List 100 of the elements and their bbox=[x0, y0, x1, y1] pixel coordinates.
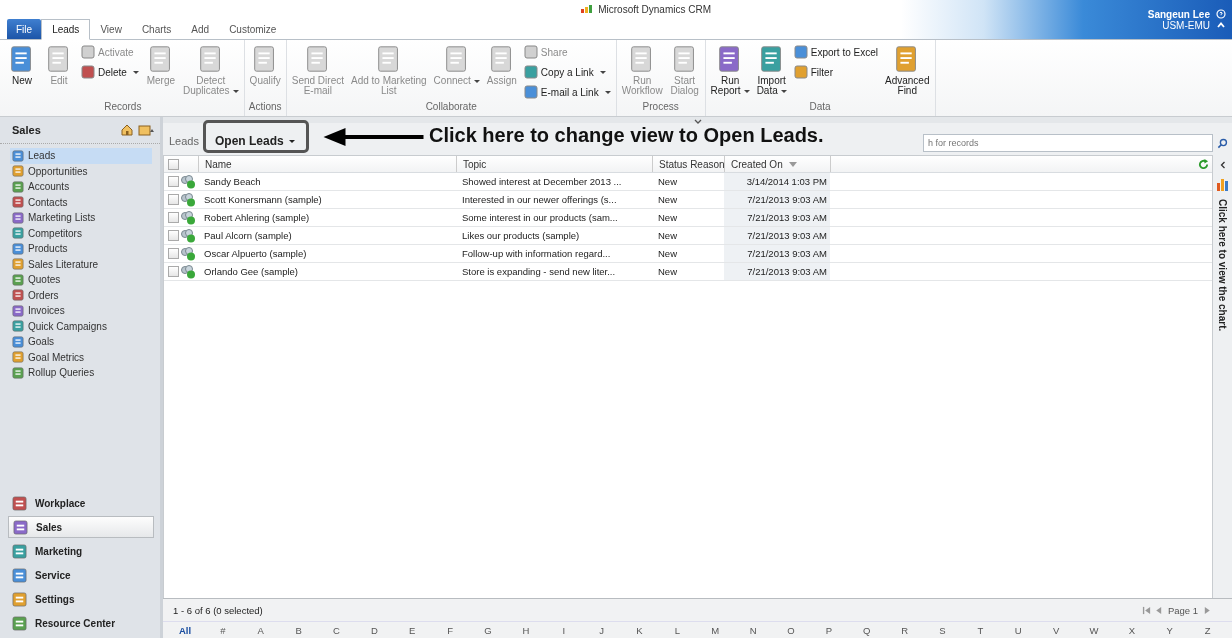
module-button[interactable]: Sales bbox=[8, 516, 154, 538]
refresh-icon[interactable] bbox=[1198, 158, 1209, 170]
table-cell-text: Store is expanding - send new liter... bbox=[461, 265, 617, 279]
column-header[interactable]: Topic bbox=[463, 158, 487, 170]
letter-filter[interactable]: F bbox=[436, 624, 465, 636]
letter-filter[interactable]: W bbox=[1080, 624, 1108, 636]
table-cell-text: Some interest in our products (sam... bbox=[461, 211, 619, 225]
expand-icon[interactable] bbox=[1218, 161, 1227, 169]
letter-filter[interactable]: E bbox=[398, 624, 427, 636]
ribbon-button[interactable]: Advanced Find bbox=[882, 44, 933, 96]
letter-filter[interactable]: R bbox=[890, 624, 919, 636]
letter-filter[interactable]: Y bbox=[1155, 624, 1184, 636]
ribbon-button[interactable]: Filter bbox=[793, 64, 878, 80]
row-checkbox[interactable] bbox=[168, 266, 179, 277]
chart-icon[interactable] bbox=[1215, 177, 1230, 191]
column-header[interactable]: Created On bbox=[731, 158, 783, 170]
sidebar-item[interactable]: Marketing Lists bbox=[10, 210, 152, 226]
letter-filter[interactable]: # bbox=[208, 624, 237, 636]
search-field[interactable]: h for records bbox=[923, 134, 1213, 152]
sort-icon[interactable] bbox=[788, 161, 797, 167]
letter-filter[interactable]: Q bbox=[852, 624, 881, 636]
letter-filter[interactable]: I bbox=[549, 624, 578, 636]
sidebar-item[interactable]: Goal Metrics bbox=[10, 349, 152, 365]
ribbon-tab[interactable]: Customize bbox=[219, 19, 287, 39]
module-icon bbox=[12, 196, 24, 209]
row-checkbox[interactable] bbox=[168, 194, 179, 205]
letter-filter[interactable]: Z bbox=[1193, 624, 1222, 636]
letter-filter[interactable]: A bbox=[246, 624, 275, 636]
ribbon-button[interactable]: New bbox=[4, 44, 40, 86]
letter-filter[interactable]: H bbox=[511, 624, 540, 636]
view-selector[interactable]: Open Leads bbox=[215, 134, 295, 148]
letter-filter[interactable]: J bbox=[587, 624, 616, 636]
pin-icon[interactable] bbox=[138, 123, 156, 137]
column-header[interactable]: Status Reason bbox=[659, 158, 725, 170]
letter-filter[interactable]: L bbox=[663, 624, 692, 636]
row-checkbox[interactable] bbox=[168, 212, 179, 223]
ribbon-button[interactable]: Copy a Link bbox=[523, 64, 611, 80]
ribbon-button[interactable]: Run Report bbox=[707, 44, 753, 96]
module-button[interactable]: Settings bbox=[8, 588, 154, 610]
letter-filter[interactable]: V bbox=[1042, 624, 1071, 636]
sidebar-item[interactable]: Goals bbox=[10, 334, 152, 350]
ribbon-tab[interactable]: Charts bbox=[131, 19, 182, 39]
user-name[interactable]: Sangeun Lee bbox=[1147, 8, 1210, 20]
previous-page-icon[interactable] bbox=[1153, 605, 1163, 615]
letter-filter[interactable]: N bbox=[739, 624, 768, 636]
group-label: Records bbox=[103, 101, 143, 114]
sidebar-item[interactable]: Products bbox=[10, 241, 152, 257]
module-icon bbox=[12, 227, 24, 240]
letter-filter[interactable]: P bbox=[814, 624, 843, 636]
letter-filter[interactable]: K bbox=[625, 624, 654, 636]
window-title: Microsoft Dynamics CRM bbox=[598, 3, 711, 15]
table-cell-text: Robert Ahlering (sample) bbox=[203, 211, 311, 225]
ribbon-tab[interactable]: Add bbox=[181, 19, 220, 39]
first-page-icon[interactable] bbox=[1141, 605, 1151, 615]
table-cell-text: Follow-up with information regard... bbox=[461, 247, 612, 261]
letter-filter[interactable]: G bbox=[474, 624, 502, 636]
ribbon-tab[interactable]: Leads bbox=[41, 19, 91, 40]
letter-filter[interactable]: C bbox=[322, 624, 351, 636]
module-button[interactable]: Service bbox=[8, 564, 154, 586]
letter-filter[interactable]: S bbox=[928, 624, 957, 636]
sidebar-item[interactable]: Competitors bbox=[10, 225, 152, 241]
row-checkbox[interactable] bbox=[168, 248, 179, 259]
next-page-icon[interactable] bbox=[1203, 605, 1212, 615]
ribbon-button[interactable]: E-mail a Link bbox=[523, 84, 611, 100]
letter-filter[interactable]: U bbox=[1004, 624, 1033, 636]
ribbon-tab[interactable]: File bbox=[7, 19, 42, 39]
letter-filter[interactable]: O bbox=[777, 624, 805, 636]
column-header[interactable]: Name bbox=[205, 158, 232, 170]
sidebar-item[interactable]: Quotes bbox=[10, 272, 152, 288]
letter-filter[interactable]: X bbox=[1117, 624, 1146, 636]
help-icon[interactable] bbox=[1216, 9, 1226, 19]
module-button[interactable]: Resource Center bbox=[8, 612, 154, 634]
select-all-checkbox[interactable] bbox=[168, 158, 179, 170]
ribbon-button[interactable]: Delete bbox=[81, 64, 139, 80]
sidebar-item[interactable]: Contacts bbox=[10, 194, 152, 210]
sidebar-item[interactable]: Leads bbox=[10, 148, 152, 164]
module-button[interactable]: Workplace bbox=[8, 492, 154, 514]
sidebar-item[interactable]: Invoices bbox=[10, 303, 152, 319]
chart-pane-link[interactable]: Click here to view the chart. bbox=[1217, 199, 1228, 332]
letter-filter[interactable]: All bbox=[171, 624, 199, 636]
row-checkbox[interactable] bbox=[168, 230, 179, 241]
letter-filter[interactable]: D bbox=[360, 624, 389, 636]
ribbon-button[interactable]: Export to Excel bbox=[793, 44, 878, 60]
letter-filter[interactable]: M bbox=[701, 624, 730, 636]
lead-icon bbox=[180, 264, 196, 279]
organization-name[interactable]: USM-EMU bbox=[1162, 19, 1210, 31]
ribbon-button[interactable]: Import Data bbox=[753, 44, 790, 96]
sidebar-item[interactable]: Opportunities bbox=[10, 163, 152, 179]
sidebar-item[interactable]: Orders bbox=[10, 287, 152, 303]
ribbon-tab[interactable]: View bbox=[90, 19, 132, 39]
collapse-icon[interactable] bbox=[1216, 20, 1226, 30]
module-button[interactable]: Marketing bbox=[8, 540, 154, 562]
letter-filter[interactable]: T bbox=[966, 624, 995, 636]
letter-filter[interactable]: B bbox=[284, 624, 313, 636]
sidebar-item[interactable]: Rollup Queries bbox=[10, 365, 152, 381]
row-checkbox[interactable] bbox=[168, 176, 179, 187]
sidebar-item[interactable]: Sales Literature bbox=[10, 256, 152, 272]
sidebar-item[interactable]: Quick Campaigns bbox=[10, 318, 152, 334]
home-icon[interactable] bbox=[120, 123, 134, 137]
sidebar-item[interactable]: Accounts bbox=[10, 179, 152, 195]
